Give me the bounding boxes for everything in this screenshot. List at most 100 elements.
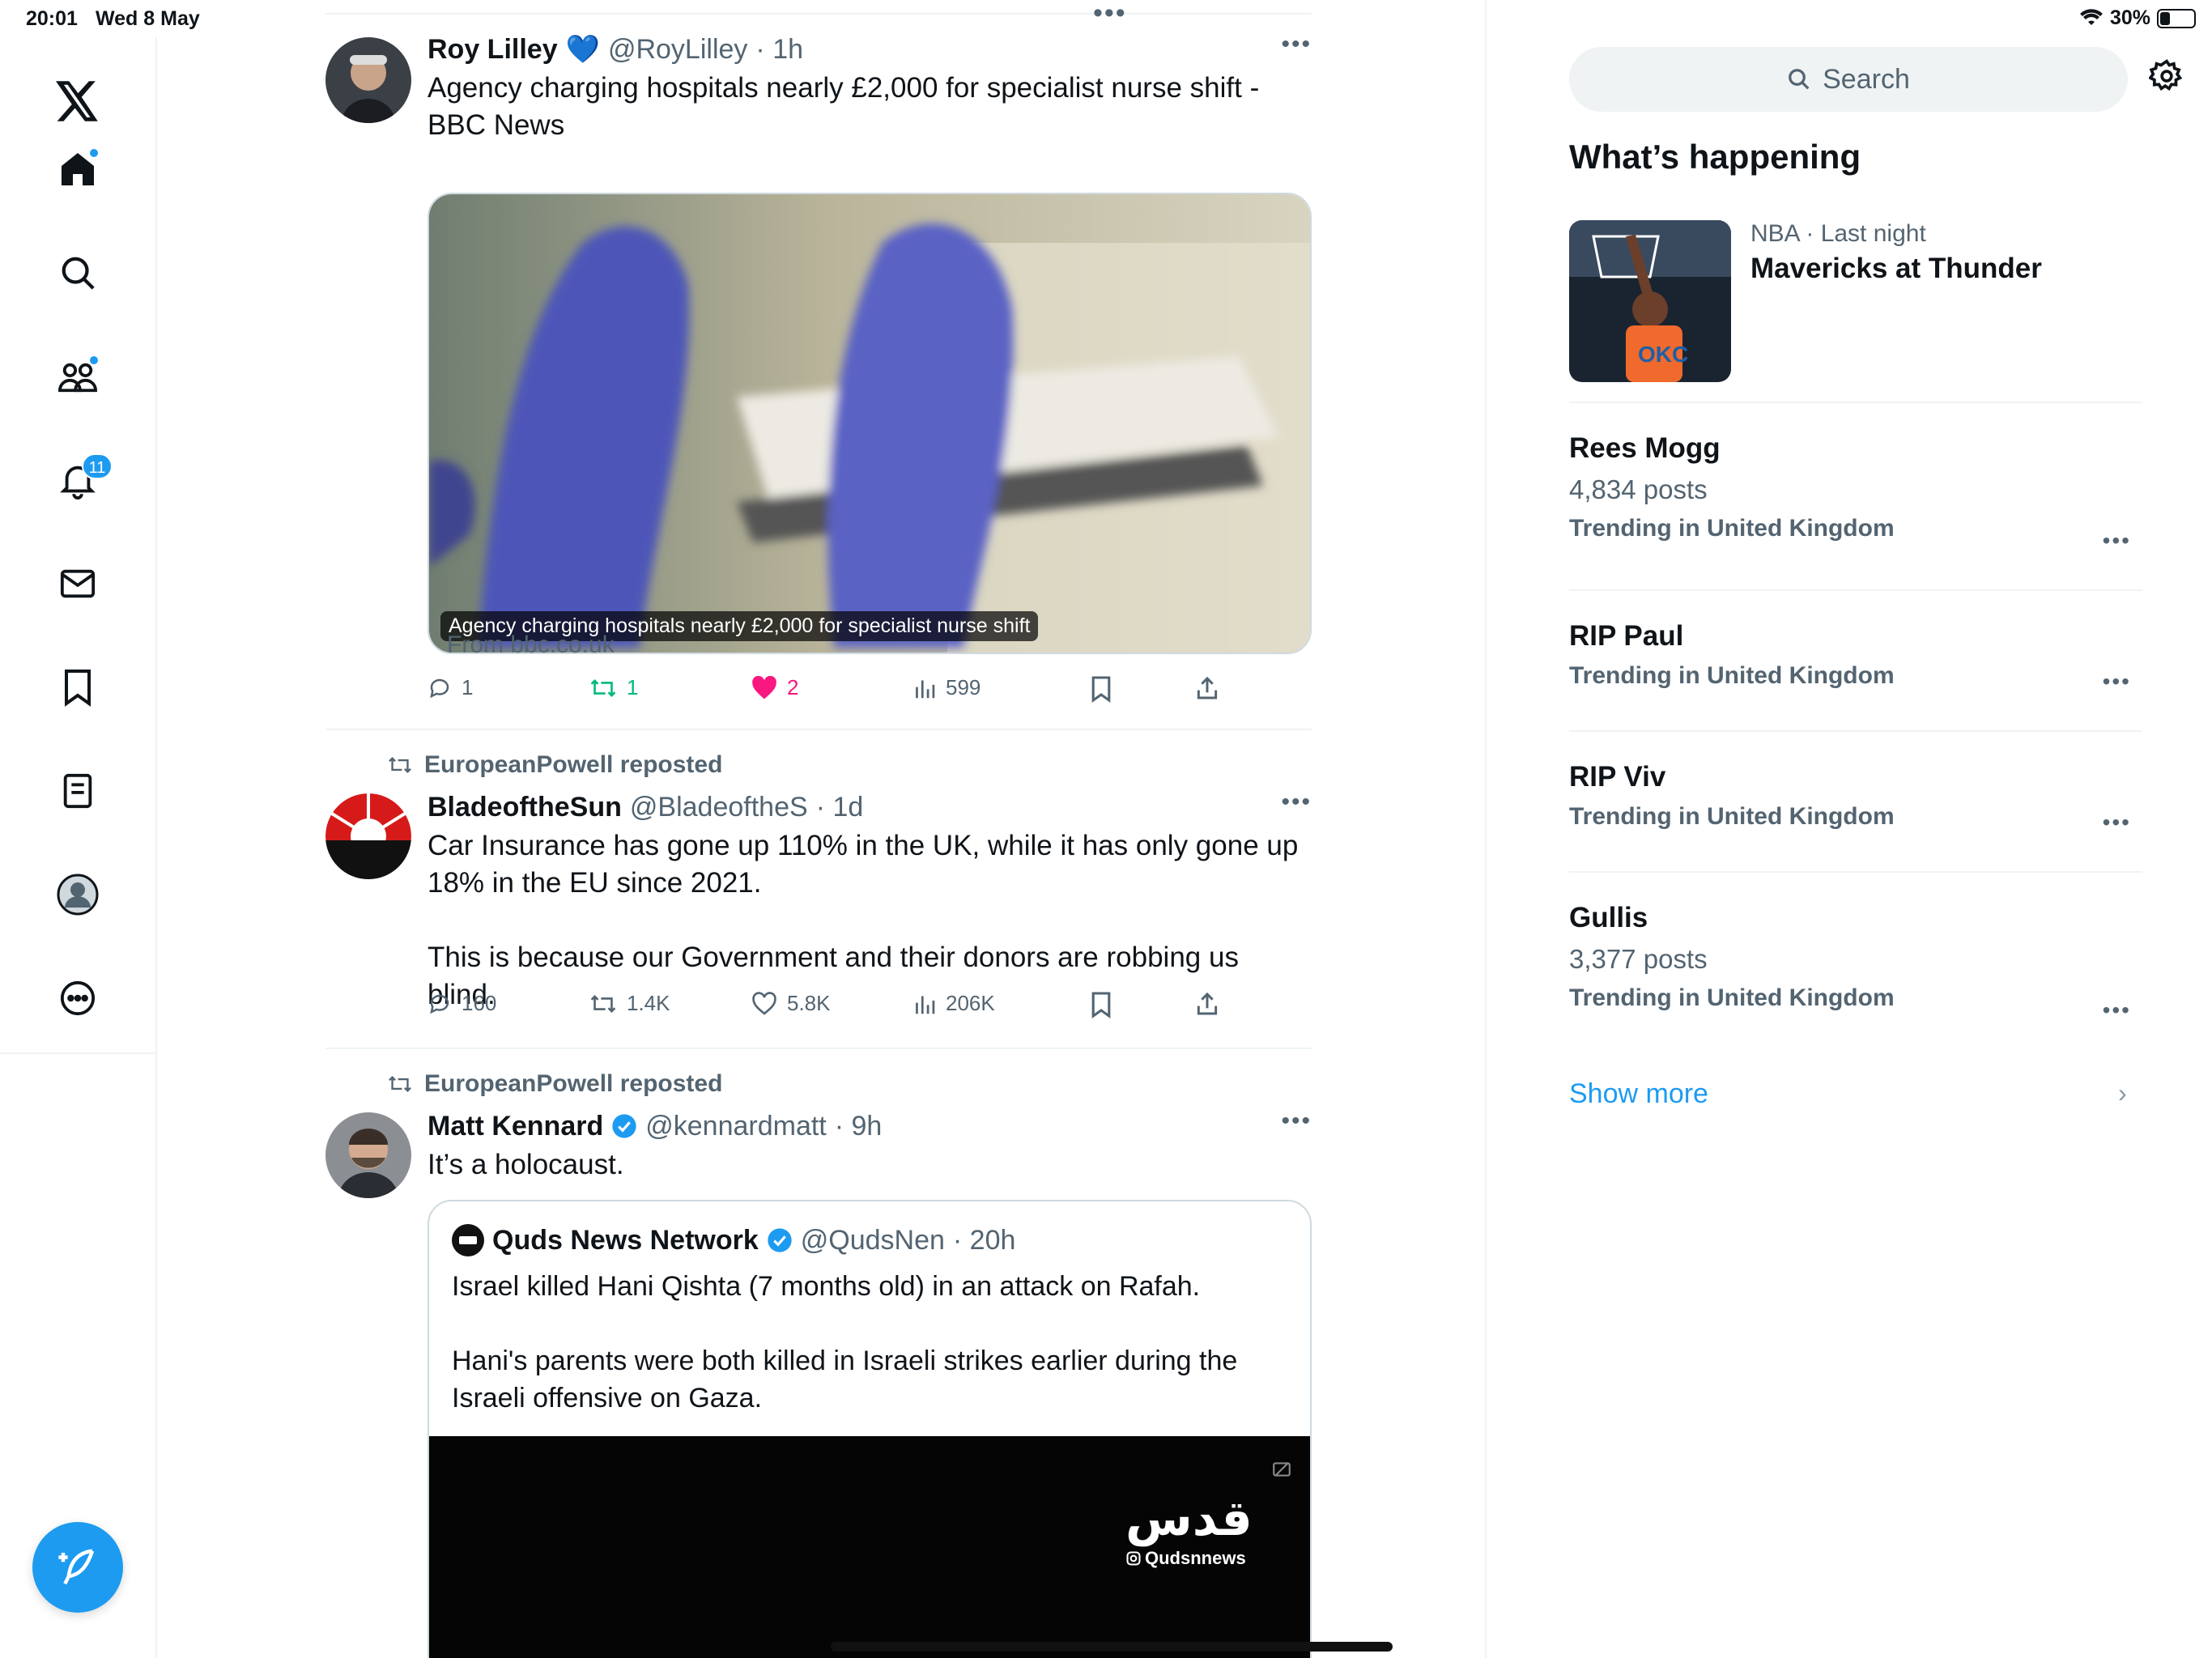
- quoted-tweet-header: Quds News Network @QudsNen · 20h: [452, 1224, 1015, 1256]
- feed-top-divider: [325, 13, 1312, 15]
- search-nav-icon[interactable]: [53, 248, 103, 298]
- featured-trend-category: NBA · Last night: [1750, 220, 1926, 247]
- trend-title: Rees Mogg: [1569, 432, 1721, 464]
- reply-count: 1: [462, 675, 474, 699]
- tweet-roy-lilley[interactable]: Roy Lilley 💙 @RoyLilley · 1h ••• Agency …: [325, 31, 1312, 733]
- video-settings-icon[interactable]: [1271, 1459, 1292, 1480]
- settings-gear-icon[interactable]: [2148, 58, 2184, 98]
- featured-trend[interactable]: OKC NBA · Last night Mavericks at Thunde…: [1569, 220, 2142, 382]
- avatar[interactable]: [325, 37, 411, 123]
- featured-trend-text: NBA · Last night Mavericks at Thunder: [1750, 220, 2042, 285]
- profile-avatar-icon[interactable]: [53, 869, 103, 920]
- tweet-matt-kennard[interactable]: EuropeanPowell reposted Matt Kennard @ke…: [325, 1070, 1312, 1658]
- quoted-author-handle[interactable]: @QudsNen: [801, 1225, 945, 1256]
- home-icon[interactable]: [53, 144, 103, 194]
- tweet-header: Matt Kennard @kennardmatt · 9h: [428, 1107, 1312, 1145]
- avatar[interactable]: [325, 793, 411, 879]
- show-more-link[interactable]: Show more: [1569, 1078, 1708, 1110]
- trend-title: RIP Viv: [1569, 761, 1666, 793]
- repost-count: 1: [627, 675, 639, 699]
- more-options-icon[interactable]: [53, 973, 103, 1023]
- notifications-icon[interactable]: 11: [53, 453, 113, 505]
- author-handle[interactable]: @kennardmatt: [645, 1111, 827, 1142]
- author-name[interactable]: Matt Kennard: [428, 1111, 603, 1142]
- link-card-image[interactable]: Agency charging hospitals nearly £2,000 …: [428, 193, 1312, 654]
- tweet-divider: [325, 1048, 1312, 1049]
- heart-filled-icon: [752, 675, 776, 699]
- trend-post-count: 3,377 posts: [1569, 944, 1708, 974]
- trend-item[interactable]: Gullis 3,377 posts Trending in United Ki…: [1569, 902, 2142, 1022]
- reply-count: 160: [462, 991, 497, 1015]
- bookmark-icon: [1091, 676, 1111, 703]
- views-icon: [916, 995, 935, 1014]
- home-indicator[interactable]: [831, 1642, 1393, 1652]
- trend-more-button[interactable]: •••: [2103, 669, 2131, 695]
- trend-more-button[interactable]: •••: [2103, 810, 2131, 835]
- communities-icon[interactable]: [53, 351, 103, 402]
- compose-post-button[interactable]: [32, 1522, 123, 1613]
- like-button[interactable]: 2: [751, 675, 798, 700]
- reply-button[interactable]: 1: [428, 675, 473, 700]
- x-logo-icon[interactable]: [53, 76, 103, 126]
- trend-context: Trending in United Kingdom: [1569, 662, 1895, 689]
- tweet-text: It’s a holocaust.: [428, 1149, 624, 1180]
- trend-divider: [1569, 871, 2142, 873]
- trend-item[interactable]: RIP Viv Trending in United Kingdom •••: [1569, 761, 2142, 835]
- trend-more-button[interactable]: •••: [2103, 528, 2131, 554]
- repost-count: 1.4K: [627, 991, 670, 1015]
- status-time: 20:01: [26, 7, 78, 30]
- share-button[interactable]: [1195, 675, 1219, 701]
- views-icon: [916, 679, 935, 698]
- quoted-video[interactable]: قدس Qudsnnews: [429, 1436, 1310, 1658]
- home-unread-dot: [88, 147, 100, 159]
- views-button[interactable]: 206K: [913, 991, 995, 1016]
- share-button[interactable]: [1195, 991, 1219, 1017]
- repost-button[interactable]: 1: [589, 675, 638, 700]
- chevron-right-icon: ›: [2118, 1078, 2127, 1107]
- search-bar[interactable]: Search: [1569, 47, 2128, 112]
- tweet-more-button[interactable]: •••: [1281, 31, 1312, 58]
- left-nav: 11: [0, 37, 157, 1658]
- avatar[interactable]: [325, 1112, 411, 1198]
- trend-context: Trending in United Kingdom: [1569, 803, 1895, 830]
- repost-button[interactable]: 1.4K: [589, 991, 670, 1016]
- author-handle[interactable]: @BladeoftheS: [630, 792, 808, 823]
- bookmark-button[interactable]: [1090, 991, 1112, 1018]
- share-icon: [1197, 676, 1218, 699]
- quoted-author-name[interactable]: Quds News Network: [492, 1225, 759, 1256]
- instagram-icon: [1126, 1551, 1141, 1566]
- views-button[interactable]: 599: [913, 675, 981, 700]
- feed-top-more-dots[interactable]: •••: [1093, 0, 1127, 27]
- share-icon: [1197, 992, 1218, 1015]
- trend-item[interactable]: Rees Mogg 4,834 posts Trending in United…: [1569, 432, 2142, 553]
- author-name[interactable]: BladeoftheSun: [428, 792, 622, 823]
- trend-item[interactable]: RIP Paul Trending in United Kingdom •••: [1569, 620, 2142, 694]
- status-date: Wed 8 May: [96, 7, 200, 30]
- repost-context[interactable]: EuropeanPowell reposted: [387, 1070, 722, 1098]
- trend-context: Trending in United Kingdom: [1569, 515, 1895, 542]
- bookmarks-icon[interactable]: [53, 662, 103, 712]
- quoted-tweet[interactable]: Quds News Network @QudsNen · 20h Israel …: [428, 1200, 1312, 1658]
- messages-icon[interactable]: [53, 559, 103, 609]
- heart-icon: [752, 991, 776, 1015]
- tweet-more-button[interactable]: •••: [1281, 789, 1312, 816]
- bookmark-button[interactable]: [1090, 675, 1112, 703]
- quds-avatar[interactable]: [452, 1224, 484, 1256]
- search-placeholder: Search: [1823, 63, 1910, 95]
- reply-button[interactable]: 160: [428, 991, 496, 1016]
- like-button[interactable]: 5.8K: [751, 991, 831, 1016]
- verified-badge-icon: [768, 1228, 792, 1252]
- tweet-bladeofthesun[interactable]: EuropeanPowell reposted BladeoftheSun @B…: [325, 751, 1312, 1044]
- trend-more-button[interactable]: •••: [2103, 997, 2131, 1023]
- author-name[interactable]: Roy Lilley: [428, 34, 558, 66]
- repost-small-icon: [389, 757, 411, 773]
- author-handle[interactable]: @RoyLilley: [608, 34, 747, 66]
- right-sidebar: Search What’s happening OKC NBA · Last n…: [1485, 0, 2212, 1658]
- link-card-source[interactable]: From bbc.co.uk: [447, 631, 615, 659]
- reply-icon: [430, 994, 449, 1014]
- featured-trend-title: Mavericks at Thunder: [1750, 253, 2042, 284]
- repost-icon: [590, 678, 616, 697]
- tweet-more-button[interactable]: •••: [1281, 1107, 1312, 1135]
- repost-context[interactable]: EuropeanPowell reposted: [387, 751, 722, 779]
- lists-icon[interactable]: [53, 766, 103, 816]
